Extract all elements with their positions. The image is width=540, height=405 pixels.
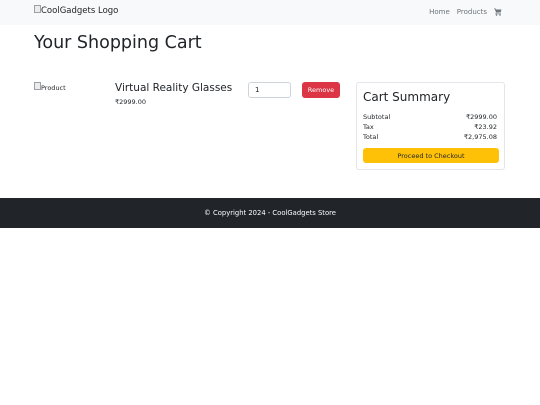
total-row: Total ₹2,975.08 (363, 133, 497, 141)
logo[interactable]: CoolGadgets Logo (34, 5, 119, 16)
tax-label: Tax (363, 123, 374, 131)
product-price: ₹2999.00 (115, 98, 147, 106)
subtotal-row: Subtotal ₹2999.00 (363, 113, 497, 121)
total-label: Total (363, 133, 379, 141)
navbar: CoolGadgets Logo Home Products (0, 0, 540, 25)
product-image-alt: Product (41, 84, 66, 92)
nav-link-products[interactable]: Products (457, 8, 487, 16)
total-value: ₹2,975.08 (463, 133, 497, 141)
checkout-button[interactable]: Proceed to Checkout (363, 148, 499, 163)
product-image: Product (34, 82, 66, 92)
cart-summary: Cart Summary Subtotal ₹2999.00 Tax ₹23.9… (356, 82, 505, 170)
subtotal-label: Subtotal (363, 113, 391, 121)
remove-button[interactable]: Remove (302, 82, 340, 98)
cart-summary-title: Cart Summary (363, 90, 451, 104)
nav-link-home[interactable]: Home (429, 8, 450, 16)
broken-image-icon (34, 5, 41, 13)
nav-links: Home Products (429, 8, 502, 16)
broken-image-icon (34, 82, 41, 90)
product-name: Virtual Reality Glasses (115, 82, 233, 94)
logo-alt-text: CoolGadgets Logo (41, 6, 119, 16)
tax-row: Tax ₹23.92 (363, 123, 497, 131)
subtotal-value: ₹2999.00 (465, 113, 497, 121)
quantity-input[interactable] (248, 82, 291, 98)
page-title: Your Shopping Cart (34, 33, 202, 53)
tax-value: ₹23.92 (474, 123, 497, 131)
footer: © Copyright 2024 - CoolGadgets Store (0, 198, 540, 228)
shopping-cart-icon[interactable] (494, 8, 502, 16)
footer-copyright: © Copyright 2024 - CoolGadgets Store (204, 209, 336, 217)
